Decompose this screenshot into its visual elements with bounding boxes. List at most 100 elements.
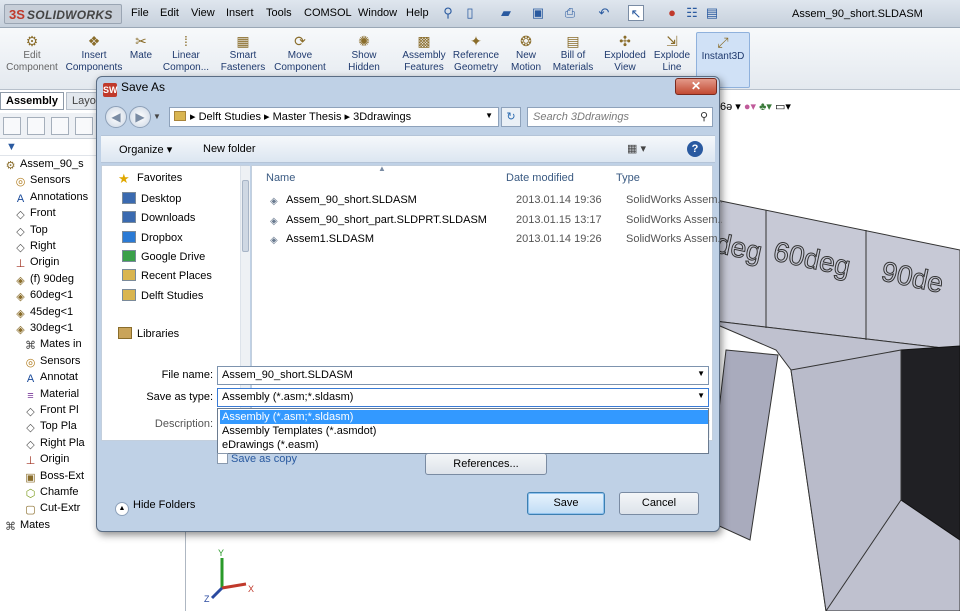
annotation-icon: A [16, 192, 25, 205]
column-header-type[interactable]: Type [616, 172, 640, 184]
cancel-button[interactable]: Cancel [619, 492, 699, 515]
file-type-cell: SolidWorks Assem... [626, 194, 722, 206]
file-name-value: Assem_90_short.SLDASM [222, 369, 353, 381]
menu-edit[interactable]: Edit [160, 7, 179, 19]
libraries-item[interactable]: Libraries [118, 327, 179, 345]
appearance-sphere-icon[interactable]: ●▾ [744, 101, 756, 113]
back-arrow-icon[interactable]: ◀ [105, 106, 127, 128]
feature-tree-icon[interactable] [3, 117, 21, 135]
nav-scrollbar-thumb[interactable] [242, 180, 249, 252]
change-view-icon[interactable]: ▦ ▾ [627, 142, 646, 155]
options-icon[interactable]: ☷ [684, 5, 700, 21]
configuration-manager-icon[interactable] [51, 117, 69, 135]
references-button[interactable]: References... [425, 453, 547, 475]
tree-item-label: Assem_90_s [20, 158, 84, 170]
property-manager-icon[interactable] [27, 117, 45, 135]
favorite-item[interactable]: Dropbox [122, 230, 183, 249]
tree-item-label: Sensors [30, 174, 71, 187]
hide-folders-button[interactable]: ▲ Hide Folders [115, 499, 195, 517]
view-settings-icon[interactable]: 6ə ▾ [720, 101, 741, 113]
select-arrow-icon[interactable]: ↖ [628, 5, 644, 21]
file-row[interactable]: ◈ Assem1.SLDASM 2013.01.14 19:26 SolidWorks… [262, 231, 722, 250]
coordinate-triad: Y Z X [204, 548, 254, 604]
menu-view[interactable]: View [191, 7, 215, 19]
column-header-date[interactable]: Date modified [506, 172, 574, 184]
file-type-cell: SolidWorks Assem... [626, 213, 722, 226]
tree-item-label: 30deg<1 [30, 322, 74, 334]
menu-help[interactable]: Help [406, 7, 429, 19]
plane-icon: ◇ [26, 422, 35, 435]
filter-icon[interactable]: ▼ [6, 141, 17, 153]
address-bar[interactable]: ▸ Delft Studies ▸ Master Thesis ▸ 3Ddraw… [169, 107, 499, 127]
print-icon[interactable]: ⎙ [562, 5, 578, 21]
google-drive-icon [122, 249, 136, 262]
search-icon[interactable]: ⚲ [700, 110, 708, 123]
refresh-icon[interactable]: ↻ [501, 107, 521, 127]
close-button[interactable]: ✕ [675, 78, 717, 95]
sensor-icon: ◎ [15, 176, 26, 189]
file-row[interactable]: ◈ Assem_90_short.SLDASM 2013.01.14 19:36 So… [262, 192, 722, 211]
favorites-header[interactable]: ★ Favorites [118, 172, 182, 190]
new-document-icon[interactable]: ▯ [462, 5, 478, 21]
appearance-icon[interactable] [75, 117, 93, 135]
save-type-option[interactable]: eDrawings (*.easm) [220, 438, 708, 452]
solidworks-logo[interactable]: 3S SOLIDWORKS [4, 4, 122, 24]
address-dropdown-icon[interactable]: ▼ [485, 111, 493, 120]
menu-comsol[interactable]: COMSOL [304, 7, 352, 19]
mate-label: Mate [129, 50, 153, 61]
favorite-item-label: Desktop [141, 193, 182, 205]
origin-icon: ⊥ [15, 258, 26, 271]
scene-icon[interactable]: ♣▾ [759, 101, 772, 113]
recent-locations-dropdown-icon[interactable]: ▼ [153, 111, 165, 123]
open-folder-icon[interactable]: ▰ [498, 5, 514, 21]
tab-assembly[interactable]: Assembly [0, 92, 64, 110]
save-type-options: Assembly (*.asm;*.sldasm) Assembly Templ… [217, 408, 709, 454]
part-icon: ◈ [16, 274, 25, 287]
bill-of-materials-icon: ▤ [566, 33, 580, 49]
reference-geometry-label: Reference Geometry [452, 50, 500, 73]
reference-geometry-icon: ✦ [470, 33, 482, 49]
save-as-copy-checkbox[interactable]: Save as copy [217, 453, 297, 469]
forward-arrow-icon[interactable]: ▶ [129, 106, 151, 128]
favorite-item[interactable]: Desktop [122, 192, 181, 210]
display-settings-icon[interactable]: ▭▾ [775, 101, 791, 113]
file-row[interactable]: ◈ Assem_90_short_part.SLDPRT.SLDASM 2013.0… [262, 212, 722, 231]
tree-item-label: (f) 90deg [30, 272, 75, 285]
file-name-field[interactable]: Assem_90_short.SLDASM ▼ [217, 366, 709, 385]
pin-icon[interactable]: ⚲ [440, 5, 456, 21]
favorite-item-label: Google Drive [141, 250, 206, 263]
options-list-icon[interactable]: ▤ [704, 5, 720, 21]
y-axis-label: Y [218, 548, 224, 558]
part-icon: ◈ [16, 307, 25, 320]
traffic-light-icon[interactable]: ● [664, 5, 680, 21]
assembly-file-icon: ◈ [270, 235, 278, 246]
help-icon[interactable]: ? [687, 141, 703, 157]
column-header-name[interactable]: Name [266, 172, 295, 184]
downloads-icon [122, 211, 136, 224]
save-type-option[interactable]: Assembly Templates (*.asmdot) [220, 424, 708, 438]
undo-icon[interactable]: ↶ [596, 5, 612, 21]
menu-window[interactable]: Window [358, 7, 397, 19]
explode-line-icon: ⇲ [666, 33, 678, 49]
menu-tools[interactable]: Tools [266, 7, 292, 19]
favorite-item[interactable]: Recent Places [122, 269, 212, 287]
favorite-item[interactable]: Downloads [122, 211, 195, 229]
favorite-item[interactable]: Delft Studies [122, 288, 203, 307]
file-name-dropdown-icon[interactable]: ▼ [697, 369, 705, 378]
save-type-option[interactable]: Assembly (*.asm;*.sldasm) [220, 410, 708, 424]
save-icon[interactable]: ▣ [530, 5, 546, 21]
new-folder-button[interactable]: New folder [203, 143, 256, 155]
tree-item-label: Mates [20, 518, 50, 531]
menu-insert[interactable]: Insert [226, 7, 254, 19]
menu-file[interactable]: File [131, 7, 149, 19]
save-button[interactable]: Save [527, 492, 605, 515]
organize-button[interactable]: Organize ▾ [119, 143, 172, 156]
file-date-cell: 2013.01.14 19:26 [516, 233, 602, 245]
file-name-text: Assem_90_short_part.SLDPRT.SLDASM [286, 213, 487, 226]
save-type-dropdown-icon[interactable]: ▼ [697, 391, 705, 400]
edit-component-button[interactable]: ⚙ Edit Component [2, 32, 62, 88]
search-input[interactable]: Search 3Ddrawings ⚲ [527, 107, 713, 127]
save-type-select[interactable]: Assembly (*.asm;*.sldasm) ▼ [217, 388, 709, 407]
favorite-item[interactable]: Google Drive [122, 249, 206, 268]
assembly-icon: ⚙ [5, 160, 16, 172]
